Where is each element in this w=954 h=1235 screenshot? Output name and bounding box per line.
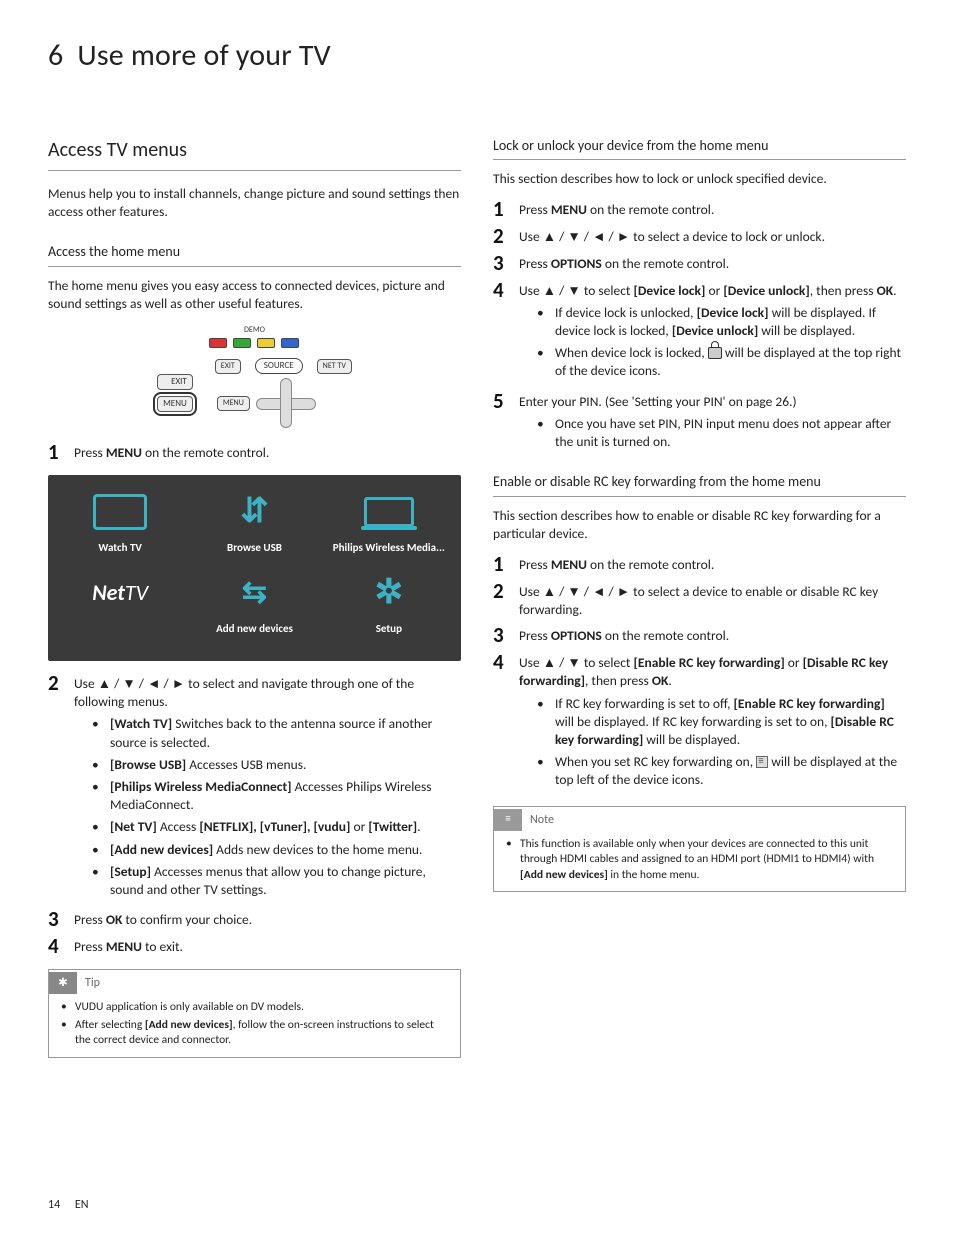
- remote-source-btn: SOURCE: [255, 358, 303, 374]
- tip-box: ✱ Tip VUDU application is only available…: [48, 969, 461, 1058]
- tv-cell-setup: ✲ Setup: [331, 570, 447, 637]
- pin-bullet: Once you have set PIN, PIN input menu do…: [537, 415, 906, 451]
- note-item: This function is available only when you…: [506, 837, 897, 884]
- home-menu-lead: The home menu gives you easy access to c…: [48, 277, 461, 313]
- rc-lead: This section describes how to enable or …: [493, 507, 906, 543]
- lock-lead: This section describes how to lock or un…: [493, 170, 906, 188]
- step-2: 2 Use ▲ / ▼ / ◄ / ► to select and naviga…: [48, 673, 461, 903]
- note-label: Note: [530, 812, 554, 828]
- menu-item-watch-tv: [Watch TV] Switches back to the antenna …: [92, 715, 461, 751]
- tv-cell-nettv: NetTV: [62, 570, 178, 637]
- step-3: 3 Press OK to confirm your choice.: [48, 909, 461, 930]
- remote-dpad: [256, 378, 316, 428]
- tip-label: Tip: [85, 975, 100, 991]
- nettv-logo: NetTV: [92, 578, 148, 608]
- tip-item: After selecting [Add new devices], follo…: [61, 1018, 452, 1049]
- remote-exit-label: EXIT: [157, 374, 193, 390]
- tv-cell-wireless-media: Philips Wireless Media...: [331, 489, 447, 556]
- remote-diagram: DEMO EXIT MENU EXIT SOURCE NE: [48, 323, 461, 432]
- add-devices-icon: ⇆: [242, 573, 267, 614]
- lock-step-1: 1Press MENU on the remote control.: [493, 199, 906, 220]
- left-column: Access TV menus Menus help you to instal…: [48, 137, 461, 1068]
- subhead-access-home-menu: Access the home menu: [48, 243, 461, 267]
- lock-step-3: 3Press OPTIONS on the remote control.: [493, 253, 906, 274]
- step-1: 1 Press MENU on the remote control.: [48, 442, 461, 463]
- lock-step-2: 2Use ▲ / ▼ / ◄ / ► to select a device to…: [493, 226, 906, 247]
- rc-bullet: If RC key forwarding is set to off, [Ena…: [537, 695, 906, 750]
- tv-cell-browse-usb: ⇵ Browse USB: [196, 489, 312, 556]
- step-number: 2: [48, 673, 74, 903]
- menu-item-setup: [Setup] Accesses menus that allow you to…: [92, 863, 461, 899]
- lock-bullet: When device lock is locked, will be disp…: [537, 344, 906, 380]
- section-intro: Menus help you to install channels, chan…: [48, 185, 461, 221]
- rc-step-3: 3Press OPTIONS on the remote control.: [493, 625, 906, 646]
- remote-menu-btn: MENU: [217, 396, 250, 411]
- rc-step-4: 4 Use ▲ / ▼ to select [Enable RC key for…: [493, 652, 906, 794]
- lock-step-5: 5 Enter your PIN. (See 'Setting your PIN…: [493, 391, 906, 456]
- home-menu-screenshot: Watch TV ⇵ Browse USB Philips Wireless M…: [48, 475, 461, 661]
- step-number: 1: [48, 442, 74, 463]
- subhead-lock-unlock: Lock or unlock your device from the home…: [493, 137, 906, 161]
- rc-step-2: 2Use ▲ / ▼ / ◄ / ► to select a device to…: [493, 581, 906, 619]
- page-footer: 14 EN: [48, 1197, 89, 1213]
- right-column: Lock or unlock your device from the home…: [493, 137, 906, 1068]
- tv-icon: [93, 494, 147, 530]
- remote-yellow-button: [257, 338, 275, 348]
- subhead-rc-forwarding: Enable or disable RC key forwarding from…: [493, 473, 906, 497]
- note-icon: ≡: [494, 809, 522, 831]
- note-box: ≡ Note This function is available only w…: [493, 806, 906, 893]
- remote-red-button: [209, 338, 227, 348]
- gear-icon: ✲: [375, 570, 404, 616]
- remote-green-button: [233, 338, 251, 348]
- lock-icon: [708, 347, 722, 359]
- remote-blue-button: [281, 338, 299, 348]
- step-4: 4 Press MENU to exit.: [48, 936, 461, 957]
- usb-icon: ⇵: [240, 489, 269, 535]
- menu-item-add-devices: [Add new devices] Adds new devices to th…: [92, 841, 461, 859]
- chapter-title: 6 Use more of your TV: [48, 36, 906, 77]
- rc-step-1: 1Press MENU on the remote control.: [493, 554, 906, 575]
- remote-menu-label: MENU: [157, 396, 193, 412]
- menu-item-browse-usb: [Browse USB] Accesses USB menus.: [92, 756, 461, 774]
- menu-item-nettv: [Net TV] Access [NETFLIX], [vTuner], [vu…: [92, 818, 461, 836]
- tv-cell-watch-tv: Watch TV: [62, 489, 178, 556]
- laptop-icon: [364, 497, 414, 527]
- remote-exit-btn: EXIT: [215, 359, 241, 374]
- lock-bullet: If device lock is unlocked, [Device lock…: [537, 304, 906, 340]
- remote-demo-label: DEMO: [244, 325, 265, 336]
- remote-nettv-btn: NET TV: [317, 359, 352, 374]
- section-access-tv-menus: Access TV menus: [48, 137, 461, 171]
- tip-item: VUDU application is only available on DV…: [61, 1000, 452, 1016]
- tip-icon: ✱: [49, 972, 77, 994]
- lock-step-4: 4 Use ▲ / ▼ to select [Device lock] or […: [493, 280, 906, 385]
- page-number: 14: [48, 1198, 60, 1212]
- chapter-title-text: Use more of your TV: [77, 37, 331, 74]
- page-lang: EN: [75, 1198, 89, 1212]
- rc-bullet: When you set RC key forwarding on, will …: [537, 753, 906, 789]
- step-number: 3: [48, 909, 74, 930]
- rc-forward-icon: [756, 756, 768, 768]
- step-number: 4: [48, 936, 74, 957]
- menu-item-wireless-mediaconnect: [Philips Wireless MediaConnect] Accesses…: [92, 778, 461, 814]
- tv-cell-add-devices: ⇆ Add new devices: [196, 570, 312, 637]
- chapter-number: 6: [48, 37, 63, 74]
